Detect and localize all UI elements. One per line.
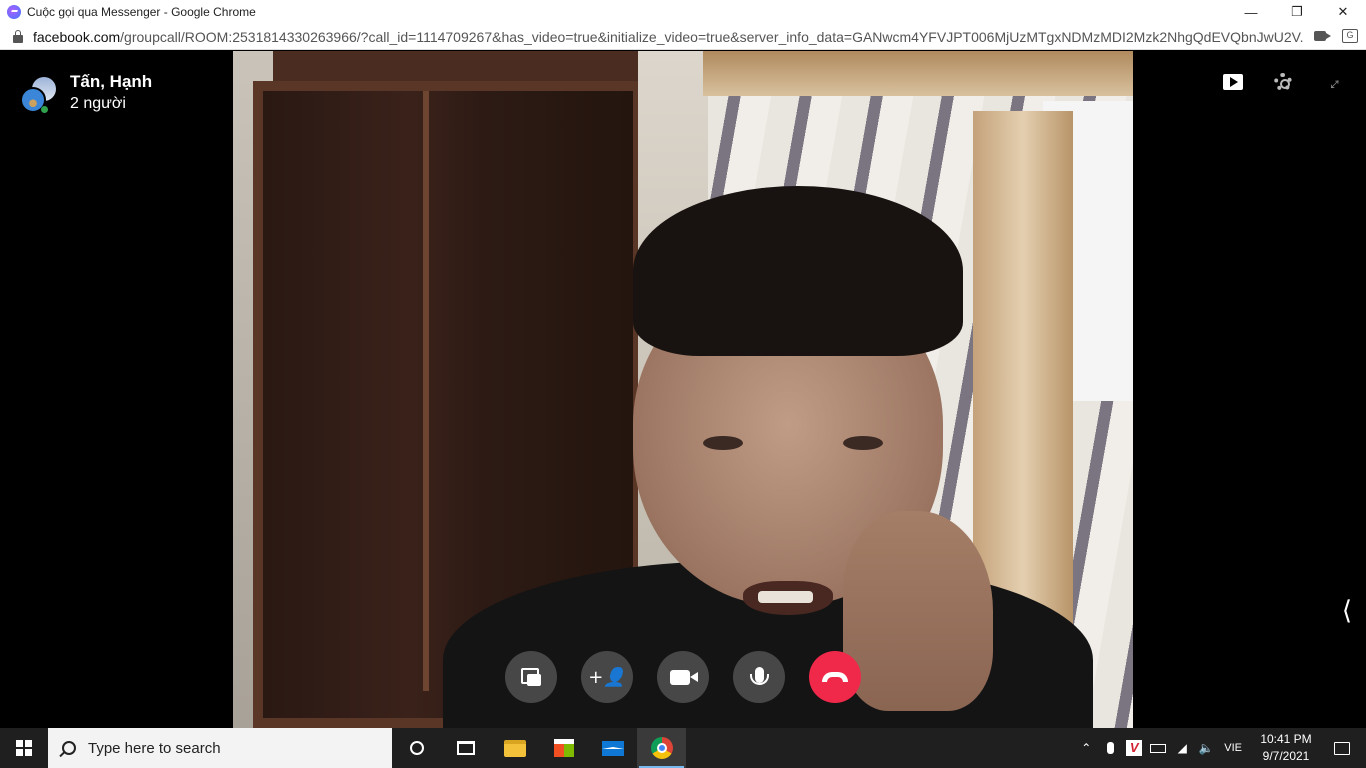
minimize-icon[interactable]: —	[1228, 0, 1274, 24]
search-placeholder: Type here to search	[88, 739, 221, 757]
translate-icon[interactable]: G	[1342, 29, 1358, 43]
call-area: Tấn, Hạnh 2 người ↔ ⟨ +👤	[0, 51, 1366, 728]
battery-icon	[1150, 743, 1167, 753]
file-explorer-button[interactable]	[490, 728, 539, 768]
participants-count: 2 người	[70, 95, 126, 112]
mail-icon	[601, 740, 624, 756]
notifications-button[interactable]	[1318, 741, 1366, 755]
notification-icon	[1334, 741, 1350, 755]
add-person-icon: +👤	[588, 666, 626, 688]
video-camera-icon	[670, 669, 698, 685]
window-title: Cuộc gọi qua Messenger - Google Chrome	[27, 5, 256, 19]
picture-in-picture-icon	[1223, 74, 1243, 90]
participant-person	[413, 181, 1093, 728]
microphone-icon	[749, 667, 769, 685]
window-controls: — ❐ ✕	[1228, 0, 1366, 24]
screen-share-button[interactable]	[505, 651, 557, 703]
clock-time: 10:41 PM	[1260, 732, 1312, 746]
start-button[interactable]	[0, 728, 48, 768]
folder-icon	[503, 739, 526, 757]
gear-icon	[1274, 73, 1292, 91]
cortana-icon	[409, 741, 424, 755]
volume-icon[interactable]: 🔈	[1194, 741, 1218, 755]
chevron-up-icon[interactable]: ⌃	[1074, 741, 1098, 755]
messenger-favicon-icon	[7, 5, 21, 19]
url-path: /groupcall/ROOM:2531814330263966/?call_i…	[120, 28, 1303, 45]
participants-name: Tấn, Hạnh	[70, 72, 153, 91]
store-icon	[553, 739, 574, 757]
microphone-toggle-button[interactable]	[733, 651, 785, 703]
microsoft-store-button[interactable]	[539, 728, 588, 768]
system-tray: ⌃ V ◢ 🔈 VIE 10:41 PM 9/7/2021	[1074, 728, 1366, 768]
antivirus-tray-button[interactable]: V	[1122, 740, 1146, 756]
camera-in-use-icon[interactable]	[1314, 31, 1331, 41]
browser-title-bar: Cuộc gọi qua Messenger - Google Chrome —…	[0, 0, 1366, 24]
language-indicator[interactable]: VIE	[1224, 742, 1242, 754]
call-header: Tấn, Hạnh 2 người	[20, 71, 152, 115]
chevron-left-icon[interactable]: ⟨	[1342, 596, 1352, 626]
add-person-button[interactable]: +👤	[581, 651, 633, 703]
screen-share-icon	[521, 668, 541, 686]
settings-button[interactable]	[1272, 71, 1294, 93]
microphone-tray-button[interactable]	[1098, 742, 1122, 754]
call-controls: +👤	[505, 651, 861, 703]
battery-tray-button[interactable]	[1146, 743, 1170, 753]
chrome-icon	[650, 737, 673, 759]
url-host: facebook.com	[33, 28, 121, 45]
taskbar-search-box[interactable]: Type here to search	[48, 728, 392, 768]
url-text[interactable]: facebook.com/groupcall/ROOM:253181433026…	[33, 29, 1303, 45]
address-bar[interactable]: facebook.com/groupcall/ROOM:253181433026…	[0, 24, 1366, 50]
participant-avatars	[20, 75, 56, 113]
wifi-icon[interactable]: ◢	[1170, 741, 1194, 755]
windows-taskbar: Type here to search ⌃ V ◢ 🔈 VIE 10:41 PM…	[0, 728, 1366, 768]
search-icon	[62, 741, 76, 755]
restore-icon[interactable]: ❐	[1274, 0, 1320, 24]
windows-logo-icon	[16, 740, 32, 756]
remote-video-feed	[233, 51, 1133, 728]
task-view-button[interactable]	[441, 728, 490, 768]
close-icon[interactable]: ✕	[1320, 0, 1366, 24]
video-toggle-button[interactable]	[657, 651, 709, 703]
end-call-button[interactable]	[809, 651, 861, 703]
hang-up-icon	[822, 672, 848, 682]
expand-icon: ↔	[1319, 68, 1347, 96]
clock-date: 9/7/2021	[1262, 749, 1310, 763]
picture-in-picture-button[interactable]	[1222, 71, 1244, 93]
fullscreen-button[interactable]: ↔	[1319, 68, 1347, 96]
clock[interactable]: 10:41 PM 9/7/2021	[1254, 731, 1318, 765]
microphone-tray-icon	[1106, 742, 1114, 754]
cortana-button[interactable]	[392, 728, 441, 768]
mail-button[interactable]	[588, 728, 637, 768]
lock-icon[interactable]	[13, 29, 23, 43]
chrome-button[interactable]	[637, 728, 686, 768]
antivirus-icon: V	[1126, 740, 1143, 756]
task-view-icon	[456, 741, 475, 755]
online-status-dot	[41, 106, 48, 113]
